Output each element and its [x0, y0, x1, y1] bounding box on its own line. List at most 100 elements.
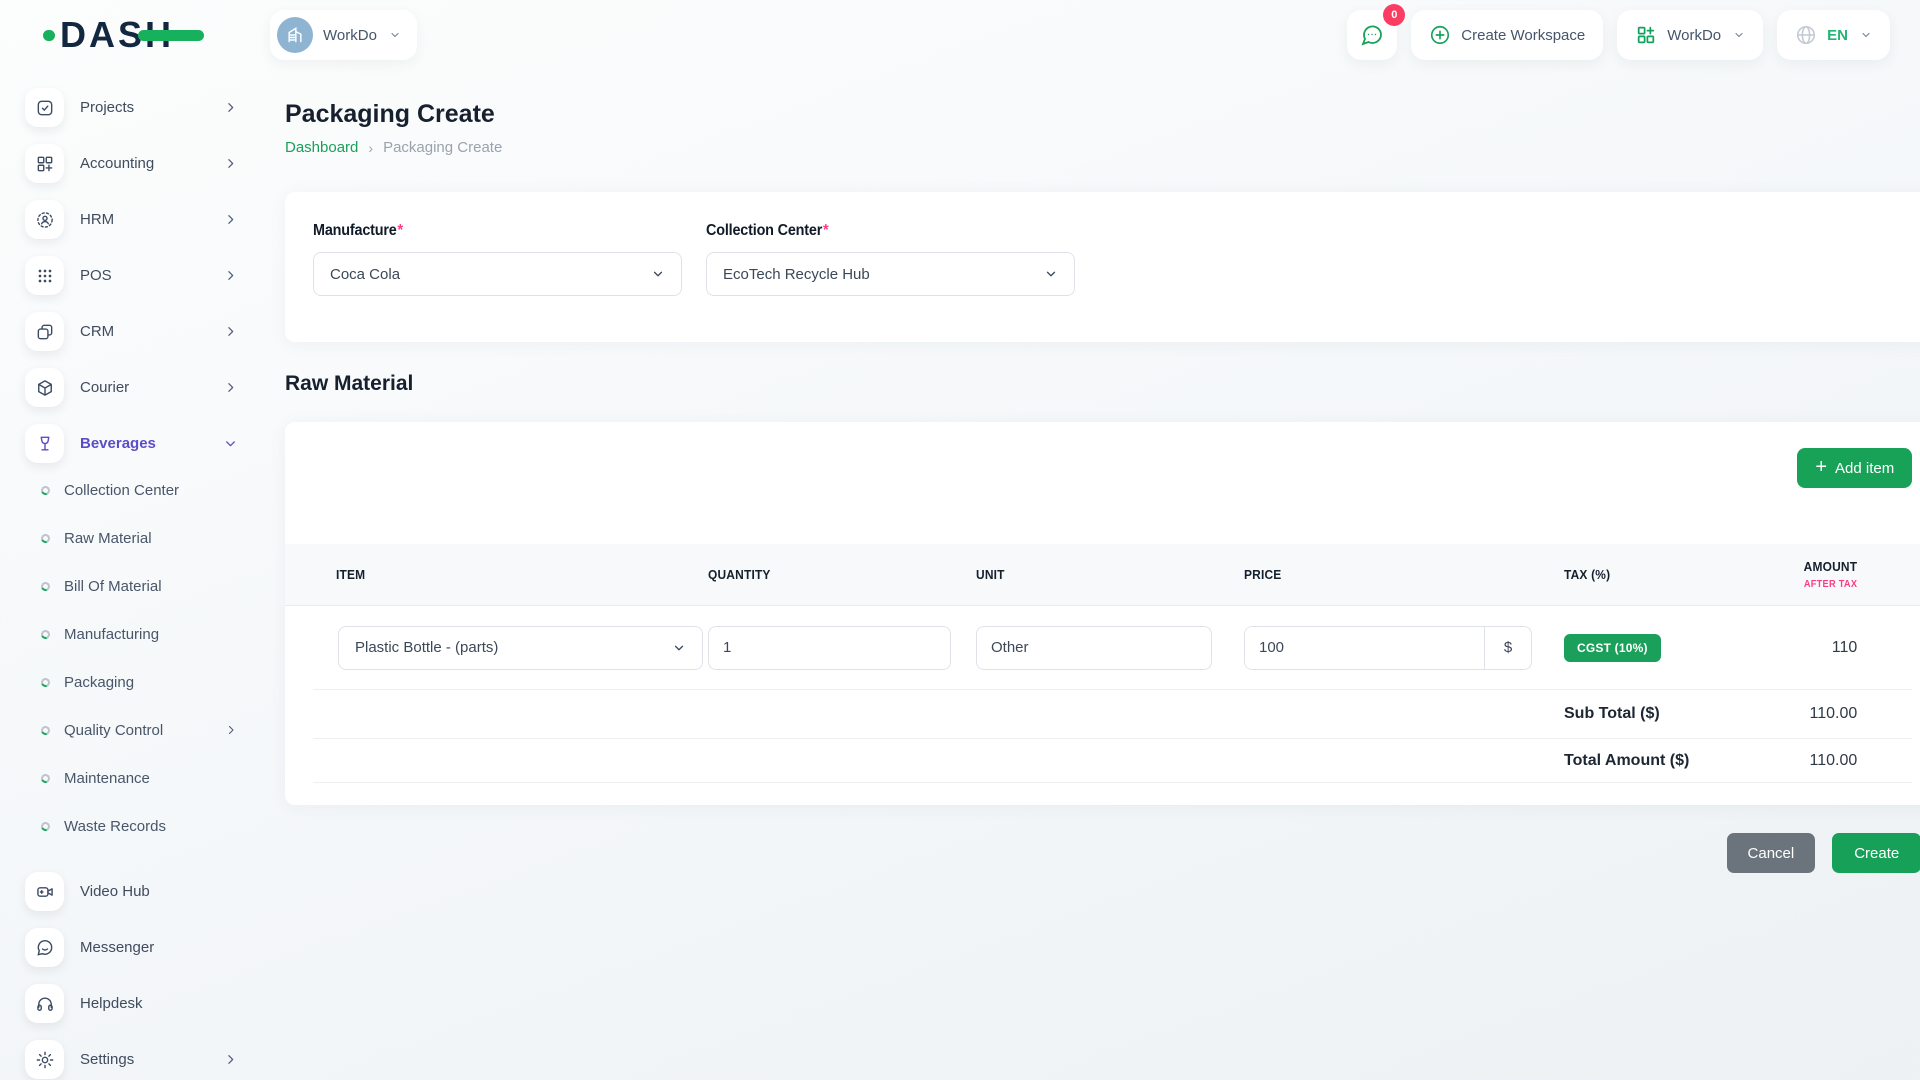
chevron-down-icon	[651, 267, 665, 281]
top-bar: DASH WorkDo 0	[0, 0, 1920, 70]
price-input-group: $	[1244, 626, 1532, 670]
sidebar-item-label: Accounting	[80, 155, 154, 172]
checkbox-icon	[25, 88, 64, 127]
sidebar-item-settings[interactable]: Settings	[25, 1040, 237, 1079]
workdo-menu-button[interactable]: WorkDo	[1617, 10, 1763, 60]
sidebar-item-accounting[interactable]: Accounting	[25, 144, 237, 183]
sidebar-item-video-hub[interactable]: Video Hub	[25, 872, 237, 911]
workspace-switcher[interactable]: WorkDo	[270, 10, 417, 60]
collection-center-selected-value: EcoTech Recycle Hub	[723, 266, 870, 283]
sidebar-item-label: Video Hub	[80, 883, 150, 900]
price-input[interactable]	[1245, 627, 1485, 669]
grid-icon	[25, 144, 64, 183]
add-item-button[interactable]: + Add item	[1797, 448, 1912, 488]
sidebar-subitem-packaging[interactable]: Packaging	[25, 672, 237, 692]
bullet-icon	[40, 532, 52, 544]
chevron-right-icon	[225, 724, 237, 736]
manufacture-label: Manufacture*	[313, 222, 645, 240]
messages-button[interactable]: 0	[1347, 10, 1397, 60]
packaging-form-card: Manufacture* Coca Cola Collection Center…	[285, 192, 1920, 342]
collection-center-field: Collection Center* EcoTech Recycle Hub	[706, 222, 1075, 312]
sidebar-item-label: HRM	[80, 211, 114, 228]
sidebar-item-helpdesk[interactable]: Helpdesk	[25, 984, 237, 1023]
raw-material-card: + Add item ITEM QUANTITY UNIT PRICE TAX …	[285, 422, 1920, 805]
column-header-quantity: QUANTITY	[708, 567, 955, 582]
tax-badge: CGST (10%)	[1564, 634, 1661, 662]
column-header-tax: TAX (%)	[1564, 567, 1780, 582]
unit-input[interactable]	[976, 626, 1212, 670]
sidebar-subitem-collection-center[interactable]: Collection Center	[25, 480, 237, 500]
sidebar-subitem-label: Quality Control	[64, 722, 163, 739]
bullet-icon	[40, 484, 52, 496]
chat-bubble-icon	[25, 928, 64, 967]
bullet-icon	[40, 676, 52, 688]
sidebar-item-beverages[interactable]: Beverages	[25, 424, 237, 463]
currency-suffix: $	[1485, 627, 1531, 669]
sidebar-subitem-maintenance[interactable]: Maintenance	[25, 768, 237, 788]
sidebar-item-hrm[interactable]: HRM	[25, 200, 237, 239]
item-select[interactable]: Plastic Bottle - (parts)	[338, 626, 703, 670]
manufacture-selected-value: Coca Cola	[330, 266, 400, 283]
breadcrumb-separator: ›	[368, 140, 373, 156]
sidebar-subitem-label: Manufacturing	[64, 626, 159, 643]
sidebar-item-label: Helpdesk	[80, 995, 143, 1012]
manufacture-select[interactable]: Coca Cola	[313, 252, 682, 296]
bullet-icon	[40, 772, 52, 784]
sidebar-item-courier[interactable]: Courier	[25, 368, 237, 407]
language-selector[interactable]: EN	[1777, 10, 1890, 60]
create-button[interactable]: Create	[1832, 833, 1920, 873]
column-header-amount-subtitle: AFTER TAX	[1804, 579, 1858, 590]
sub-total-row: Sub Total ($) 110.00	[313, 690, 1912, 739]
quantity-input[interactable]	[708, 626, 951, 670]
video-camera-icon	[25, 872, 64, 911]
column-header-unit: UNIT	[976, 567, 1223, 582]
sidebar-item-projects[interactable]: Projects	[25, 88, 237, 127]
sidebar-subitem-raw-material[interactable]: Raw Material	[25, 528, 237, 548]
sidebar-item-label: Messenger	[80, 939, 154, 956]
column-header-price: PRICE	[1244, 567, 1538, 582]
wine-glass-icon	[25, 424, 64, 463]
add-item-label: Add item	[1835, 460, 1894, 477]
sidebar-subitem-label: Waste Records	[64, 818, 166, 835]
chevron-right-icon	[224, 213, 237, 226]
item-cell: Plastic Bottle - (parts)	[313, 626, 708, 670]
total-amount-value: 110.00	[1799, 752, 1912, 770]
manufacture-field: Manufacture* Coca Cola	[313, 222, 682, 312]
language-code: EN	[1827, 27, 1848, 44]
overlapping-squares-icon	[25, 312, 64, 351]
bullet-icon	[40, 724, 52, 736]
sidebar-item-label: Beverages	[80, 435, 156, 452]
chevron-right-icon	[224, 101, 237, 114]
chevron-down-icon	[1733, 29, 1745, 41]
workdo-menu-label: WorkDo	[1667, 27, 1721, 44]
sidebar-item-crm[interactable]: CRM	[25, 312, 237, 351]
sidebar-group-gap	[25, 864, 285, 872]
total-amount-row: Total Amount ($) 110.00	[313, 739, 1912, 783]
sidebar-item-pos[interactable]: POS	[25, 256, 237, 295]
sidebar-item-messenger[interactable]: Messenger	[25, 928, 237, 967]
chevron-right-icon	[224, 157, 237, 170]
breadcrumb-dashboard-link[interactable]: Dashboard	[285, 139, 358, 156]
plus-circle-icon	[1429, 24, 1451, 46]
collection-center-select[interactable]: EcoTech Recycle Hub	[706, 252, 1075, 296]
cancel-button[interactable]: Cancel	[1727, 833, 1816, 873]
logo-dot-icon	[43, 30, 55, 41]
bullet-icon	[40, 580, 52, 592]
table-row: Plastic Bottle - (parts) $	[313, 606, 1912, 690]
create-workspace-button[interactable]: Create Workspace	[1411, 10, 1603, 60]
chevron-down-icon	[224, 437, 237, 450]
sidebar-subitem-manufacturing[interactable]: Manufacturing	[25, 624, 237, 644]
item-selected-value: Plastic Bottle - (parts)	[355, 639, 498, 656]
sub-total-label: Sub Total ($)	[1564, 705, 1799, 723]
person-circle-icon	[25, 200, 64, 239]
form-actions: Cancel Create	[285, 833, 1920, 873]
logo-dash-icon	[138, 30, 204, 41]
sidebar: Projects Accounting	[0, 70, 285, 1080]
sidebar-subitem-label: Raw Material	[64, 530, 152, 547]
gear-icon	[25, 1040, 64, 1079]
sidebar-subitem-waste-records[interactable]: Waste Records	[25, 816, 237, 836]
workspace-name: WorkDo	[323, 27, 377, 44]
sidebar-subitem-bill-of-material[interactable]: Bill Of Material	[25, 576, 237, 596]
sidebar-subitem-label: Packaging	[64, 674, 134, 691]
sidebar-subitem-quality-control[interactable]: Quality Control	[25, 720, 237, 740]
